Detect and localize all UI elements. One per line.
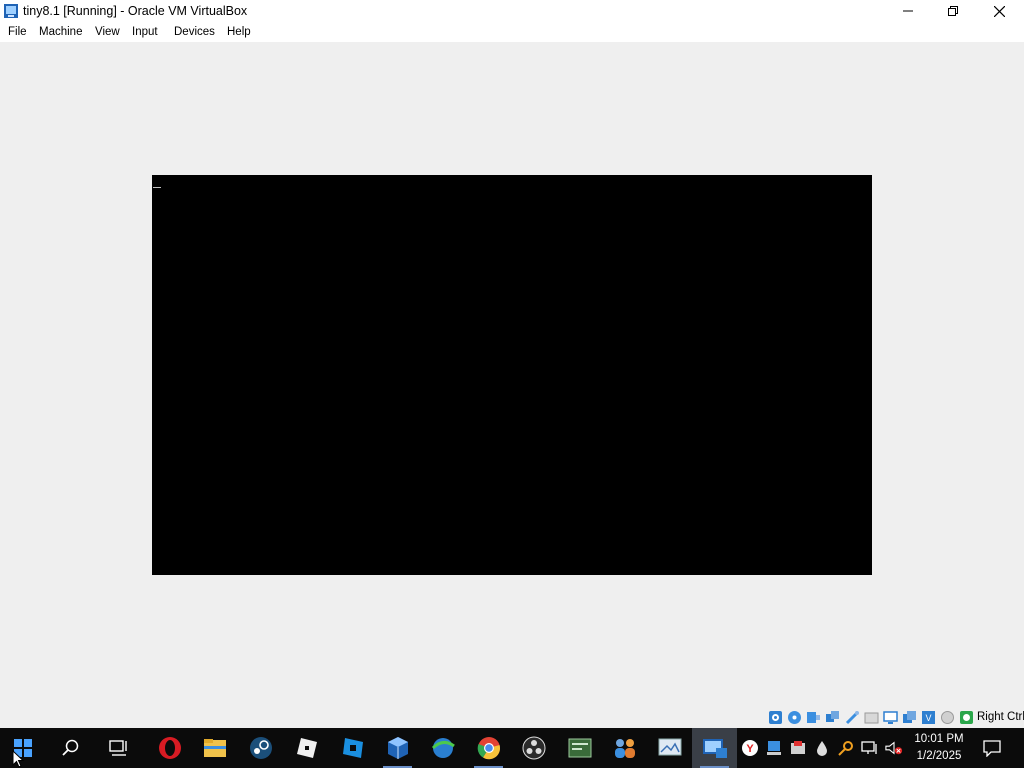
clock-date[interactable]: 1/2/2025 xyxy=(900,750,978,762)
menu-input[interactable]: Input xyxy=(132,26,158,38)
file-explorer-icon xyxy=(203,739,226,757)
status-bar: V Right Ctrl xyxy=(0,706,1024,728)
opera-icon xyxy=(158,737,181,759)
taskbar-virtualbox-running[interactable] xyxy=(692,728,737,768)
svg-text:Y: Y xyxy=(746,743,754,755)
virtualization-icon[interactable] xyxy=(940,710,955,725)
menu-view[interactable]: View xyxy=(95,26,120,38)
hard-disk-icon[interactable] xyxy=(768,710,783,725)
audio-icon[interactable] xyxy=(806,710,821,725)
action-center-button[interactable] xyxy=(982,738,1002,758)
video-capture-icon[interactable] xyxy=(902,710,917,725)
taskbar-steam[interactable] xyxy=(238,728,283,768)
steam-icon xyxy=(249,737,272,759)
taskbar-file-explorer[interactable] xyxy=(192,728,237,768)
menu-devices[interactable]: Devices xyxy=(174,26,215,38)
terminal-icon xyxy=(568,738,591,758)
taskbar-obs[interactable] xyxy=(511,728,556,768)
shared-folders-icon[interactable] xyxy=(864,710,879,725)
yandex-icon: Y xyxy=(742,740,758,756)
taskbar-snipping[interactable] xyxy=(647,728,692,768)
taskbar: Y 10:01 PM 1/2/2025 xyxy=(0,728,1024,768)
window-title: tiny8.1 [Running] - Oracle VM VirtualBox xyxy=(23,4,248,18)
roblox-icon xyxy=(296,738,317,758)
tray-network-drive[interactable] xyxy=(765,739,783,757)
network-drive-icon xyxy=(767,741,781,755)
menu-machine[interactable]: Machine xyxy=(39,26,82,38)
tray-key[interactable] xyxy=(837,739,855,757)
recording-icon[interactable]: V xyxy=(921,710,936,725)
menu-file[interactable]: File xyxy=(8,26,27,38)
tray-defender[interactable] xyxy=(789,739,807,757)
clock-time[interactable]: 10:01 PM xyxy=(900,733,978,745)
optical-drive-icon[interactable] xyxy=(787,710,802,725)
obs-icon xyxy=(522,736,545,760)
internet-download-manager-icon xyxy=(431,738,455,758)
droplet-icon xyxy=(817,741,827,756)
taskbar-terminal[interactable] xyxy=(557,728,602,768)
restore-button[interactable] xyxy=(930,0,976,22)
svg-text:V: V xyxy=(925,713,931,723)
network-icon xyxy=(861,741,877,754)
restore-icon xyxy=(948,6,958,16)
search-icon xyxy=(61,739,78,756)
taskbar-chrome[interactable] xyxy=(466,728,511,768)
tray-yandex[interactable]: Y xyxy=(741,739,759,757)
host-key-label[interactable]: Right Ctrl xyxy=(977,711,1024,723)
search-button[interactable] xyxy=(48,728,93,768)
mouse-integration-icon[interactable] xyxy=(959,710,974,725)
key-icon xyxy=(838,741,853,756)
virtualbox-icon xyxy=(387,737,408,759)
minimize-button[interactable] xyxy=(885,0,931,22)
taskbar-opera[interactable] xyxy=(147,728,192,768)
task-view-icon xyxy=(108,740,127,756)
roblox-studio-icon xyxy=(342,738,363,758)
people-app-icon xyxy=(614,739,635,758)
task-view-button[interactable] xyxy=(96,728,141,768)
virtualbox-app-icon xyxy=(4,4,18,18)
tray-droplet[interactable] xyxy=(813,739,831,757)
tray-network[interactable] xyxy=(861,739,879,757)
taskbar-roblox[interactable] xyxy=(284,728,329,768)
chrome-icon xyxy=(477,737,500,760)
virtualbox-running-icon xyxy=(702,739,727,758)
vm-screen[interactable] xyxy=(152,175,872,575)
close-icon xyxy=(993,5,1005,17)
menu-help[interactable]: Help xyxy=(227,26,251,38)
network-icon[interactable] xyxy=(825,710,840,725)
minimize-icon xyxy=(903,10,913,12)
title-bar[interactable]: tiny8.1 [Running] - Oracle VM VirtualBox xyxy=(0,0,1024,22)
menu-bar: File Machine View Input Devices Help xyxy=(0,22,1024,42)
close-button[interactable] xyxy=(976,0,1022,22)
mouse-pointer-icon xyxy=(12,750,25,768)
usb-icon[interactable] xyxy=(845,710,860,725)
taskbar-idm[interactable] xyxy=(420,728,465,768)
defender-icon xyxy=(791,741,805,754)
snipping-icon xyxy=(658,738,681,756)
taskbar-people[interactable] xyxy=(602,728,647,768)
taskbar-roblox-studio[interactable] xyxy=(330,728,375,768)
action-center-icon xyxy=(983,740,1001,757)
display-icon[interactable] xyxy=(883,710,898,725)
text-cursor xyxy=(153,187,161,188)
taskbar-virtualbox[interactable] xyxy=(375,728,420,768)
